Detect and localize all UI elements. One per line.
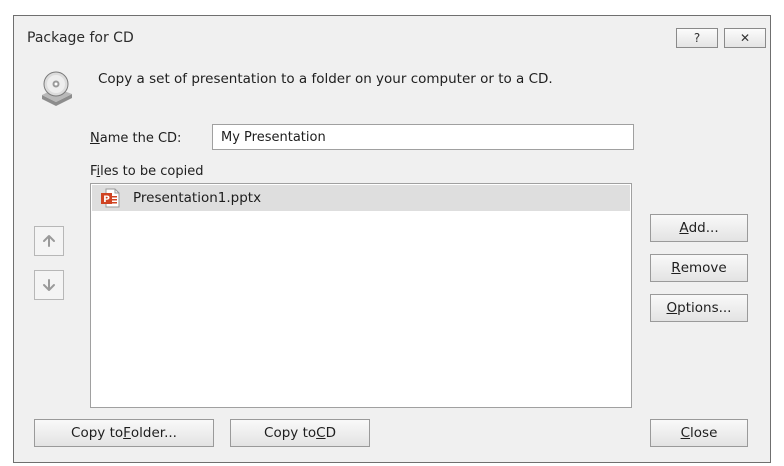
- arrow-up-icon: [43, 235, 55, 247]
- close-button[interactable]: Close: [650, 419, 748, 447]
- dialog-title: Package for CD: [27, 30, 134, 46]
- files-to-copy-label: Files to be copied: [90, 164, 204, 179]
- powerpoint-file-icon: P: [101, 188, 120, 208]
- add-button[interactable]: Add...: [650, 214, 748, 242]
- dialog-description: Copy a set of presentation to a folder o…: [98, 71, 553, 87]
- close-icon: ✕: [739, 31, 751, 45]
- move-down-button[interactable]: [34, 270, 64, 300]
- list-item[interactable]: P Presentation1.pptx: [92, 185, 630, 211]
- cd-drive-icon: [42, 71, 72, 106]
- move-up-button[interactable]: [34, 226, 64, 256]
- svg-text:P: P: [103, 195, 110, 205]
- copy-to-folder-button[interactable]: Copy to Folder...: [34, 419, 214, 447]
- cd-name-input[interactable]: [212, 124, 634, 150]
- file-name: Presentation1.pptx: [133, 190, 262, 206]
- package-for-cd-dialog: Package for CD ? ✕ Copy a set of present…: [13, 15, 771, 463]
- files-list[interactable]: P Presentation1.pptx: [90, 183, 632, 408]
- window-close-button[interactable]: ✕: [724, 28, 766, 48]
- help-button[interactable]: ?: [676, 28, 718, 48]
- remove-button[interactable]: Remove: [650, 254, 748, 282]
- copy-to-cd-button[interactable]: Copy to CD: [230, 419, 370, 447]
- arrow-down-icon: [43, 279, 55, 291]
- options-button[interactable]: Options...: [650, 294, 748, 322]
- title-bar: Package for CD ? ✕: [14, 16, 770, 58]
- help-icon: ?: [693, 31, 701, 45]
- cd-name-label: Name the CD:: [90, 131, 182, 146]
